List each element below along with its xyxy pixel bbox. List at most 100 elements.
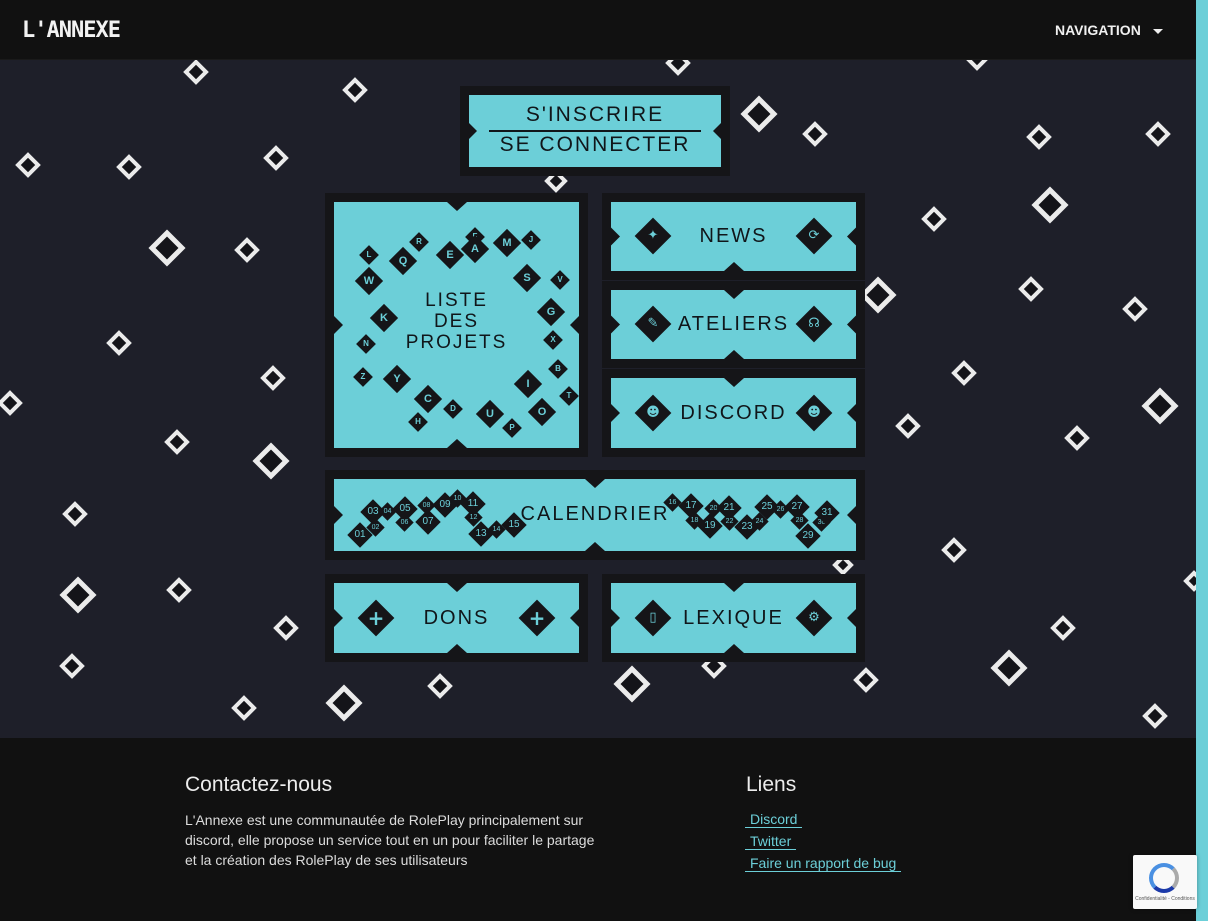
bg-diamond [1142,703,1168,729]
discord-tile[interactable]: ☻ DISCORD ☻ [602,369,865,457]
ateliers-tile[interactable]: ✎ ATELIERS ☊ [602,281,865,368]
plus-icon: + [518,599,556,637]
bg-diamond [941,537,967,563]
signup-button[interactable]: S'INSCRIRE [460,103,730,127]
project-letter: R [409,232,429,252]
projects-label-line2: DES [433,311,480,332]
bg-diamond [164,429,190,455]
bg-diamond [59,653,85,679]
discord-icon: ☻ [795,394,833,432]
project-letter: E [435,240,465,270]
bg-diamond [1026,124,1052,150]
project-letter: J [521,230,541,250]
chevron-down-icon[interactable] [1153,29,1163,34]
contact-text-line3: et la création des RolePlay de ses utili… [185,852,468,868]
project-letter: V [550,270,570,290]
link-discord[interactable]: Discord [745,811,803,828]
bg-diamond [895,413,921,439]
bg-diamond [859,276,897,314]
project-letter: B [548,359,568,379]
bg-diamond [613,665,651,703]
links-title: Liens [746,773,797,796]
bg-diamond [0,390,23,416]
bg-diamond [1064,425,1090,451]
scrollbar[interactable] [1196,0,1208,921]
bg-diamond [921,206,947,232]
project-letter: O [527,397,557,427]
refresh-icon: ⟳ [795,217,833,255]
project-letter: Y [382,364,412,394]
navigation-dropdown[interactable]: NAVIGATION [1055,22,1141,38]
bg-diamond [231,695,257,721]
bg-diamond [183,60,209,85]
project-letter: S [512,263,542,293]
bg-diamond [1031,186,1069,224]
project-letter: Q [388,246,418,276]
brand-logo[interactable]: L'ANNEXE [22,18,121,43]
contact-text-line1: L'Annexe est une communautée de RolePlay… [185,812,584,828]
project-letter: T [559,386,579,406]
bg-diamond [166,577,192,603]
gear-icon: ⚙ [795,599,833,637]
calendar-label: CALENDRIER [520,503,670,525]
bg-diamond [1122,296,1148,322]
recaptcha-text: Confidentialité - Conditions [1135,896,1195,902]
bg-diamond [116,154,142,180]
bg-diamond [427,673,453,699]
projects-label-line3: PROJETS [405,332,508,353]
contact-text-line2: discord, elle propose un service tout en… [185,832,595,848]
bg-diamond [802,121,828,147]
bg-diamond [263,145,289,171]
auth-divider [489,130,701,132]
bg-diamond [234,237,260,263]
project-letter: I [513,369,543,399]
projects-label-line1: LISTE [425,290,488,311]
news-tile[interactable]: ✦ NEWS ⟳ [602,193,865,280]
project-letter: Z [353,367,373,387]
project-letter: M [492,228,522,258]
bg-diamond [342,77,368,103]
bg-diamond [59,576,97,614]
link-bug-report[interactable]: Faire un rapport de bug [745,855,902,872]
auth-panel: S'INSCRIRE SE CONNECTER [460,86,730,176]
project-letter: D [443,399,463,419]
bg-diamond [740,95,778,133]
bg-diamond [273,615,299,641]
bg-diamond [990,649,1028,687]
bg-diamond [951,360,977,386]
bg-diamond [1183,570,1196,592]
headset-icon: ☊ [795,305,833,343]
bg-diamond [106,330,132,356]
main-area: S'INSCRIRE SE CONNECTER LRFMJAQEWSVKGNXZ… [0,60,1196,738]
project-letter: H [408,412,428,432]
bg-diamond [325,684,363,722]
bg-diamond [260,365,286,391]
project-letter: L [359,245,379,265]
top-navbar: L'ANNEXE NAVIGATION [0,0,1196,60]
dons-tile[interactable]: + DONS + [325,574,588,662]
project-letter: P [502,418,522,438]
projects-tile[interactable]: LRFMJAQEWSVKGNXZYBITCDUOHP LISTE DES PRO… [325,193,588,457]
contact-title: Contactez-nous [185,773,333,796]
bg-diamond [966,60,988,71]
project-letter: A [460,234,490,264]
lexique-tile[interactable]: ▯ LEXIQUE ⚙ [602,574,865,662]
recaptcha-icon [1149,863,1179,893]
bg-diamond [1145,121,1171,147]
bg-diamond [252,442,290,480]
bg-diamond [1018,276,1044,302]
bg-diamond [1050,615,1076,641]
recaptcha-badge[interactable]: Confidentialité - Conditions [1133,855,1197,909]
project-letter: C [413,384,443,414]
bg-diamond [148,229,186,267]
bg-diamond [853,667,879,693]
bg-diamond [15,152,41,178]
bg-diamond [1141,387,1179,425]
footer: Contactez-nous L'Annexe est une communau… [0,738,1196,921]
calendar-tile[interactable]: 01 02 03 04 05 06 07 08 09 10 11 12 13 14 15 16 17 18 19 20… [325,470,865,560]
link-twitter[interactable]: Twitter [745,833,797,850]
login-button[interactable]: SE CONNECTER [460,133,730,157]
project-letter: U [475,399,505,429]
bg-diamond [665,60,691,76]
bg-diamond [62,501,88,527]
